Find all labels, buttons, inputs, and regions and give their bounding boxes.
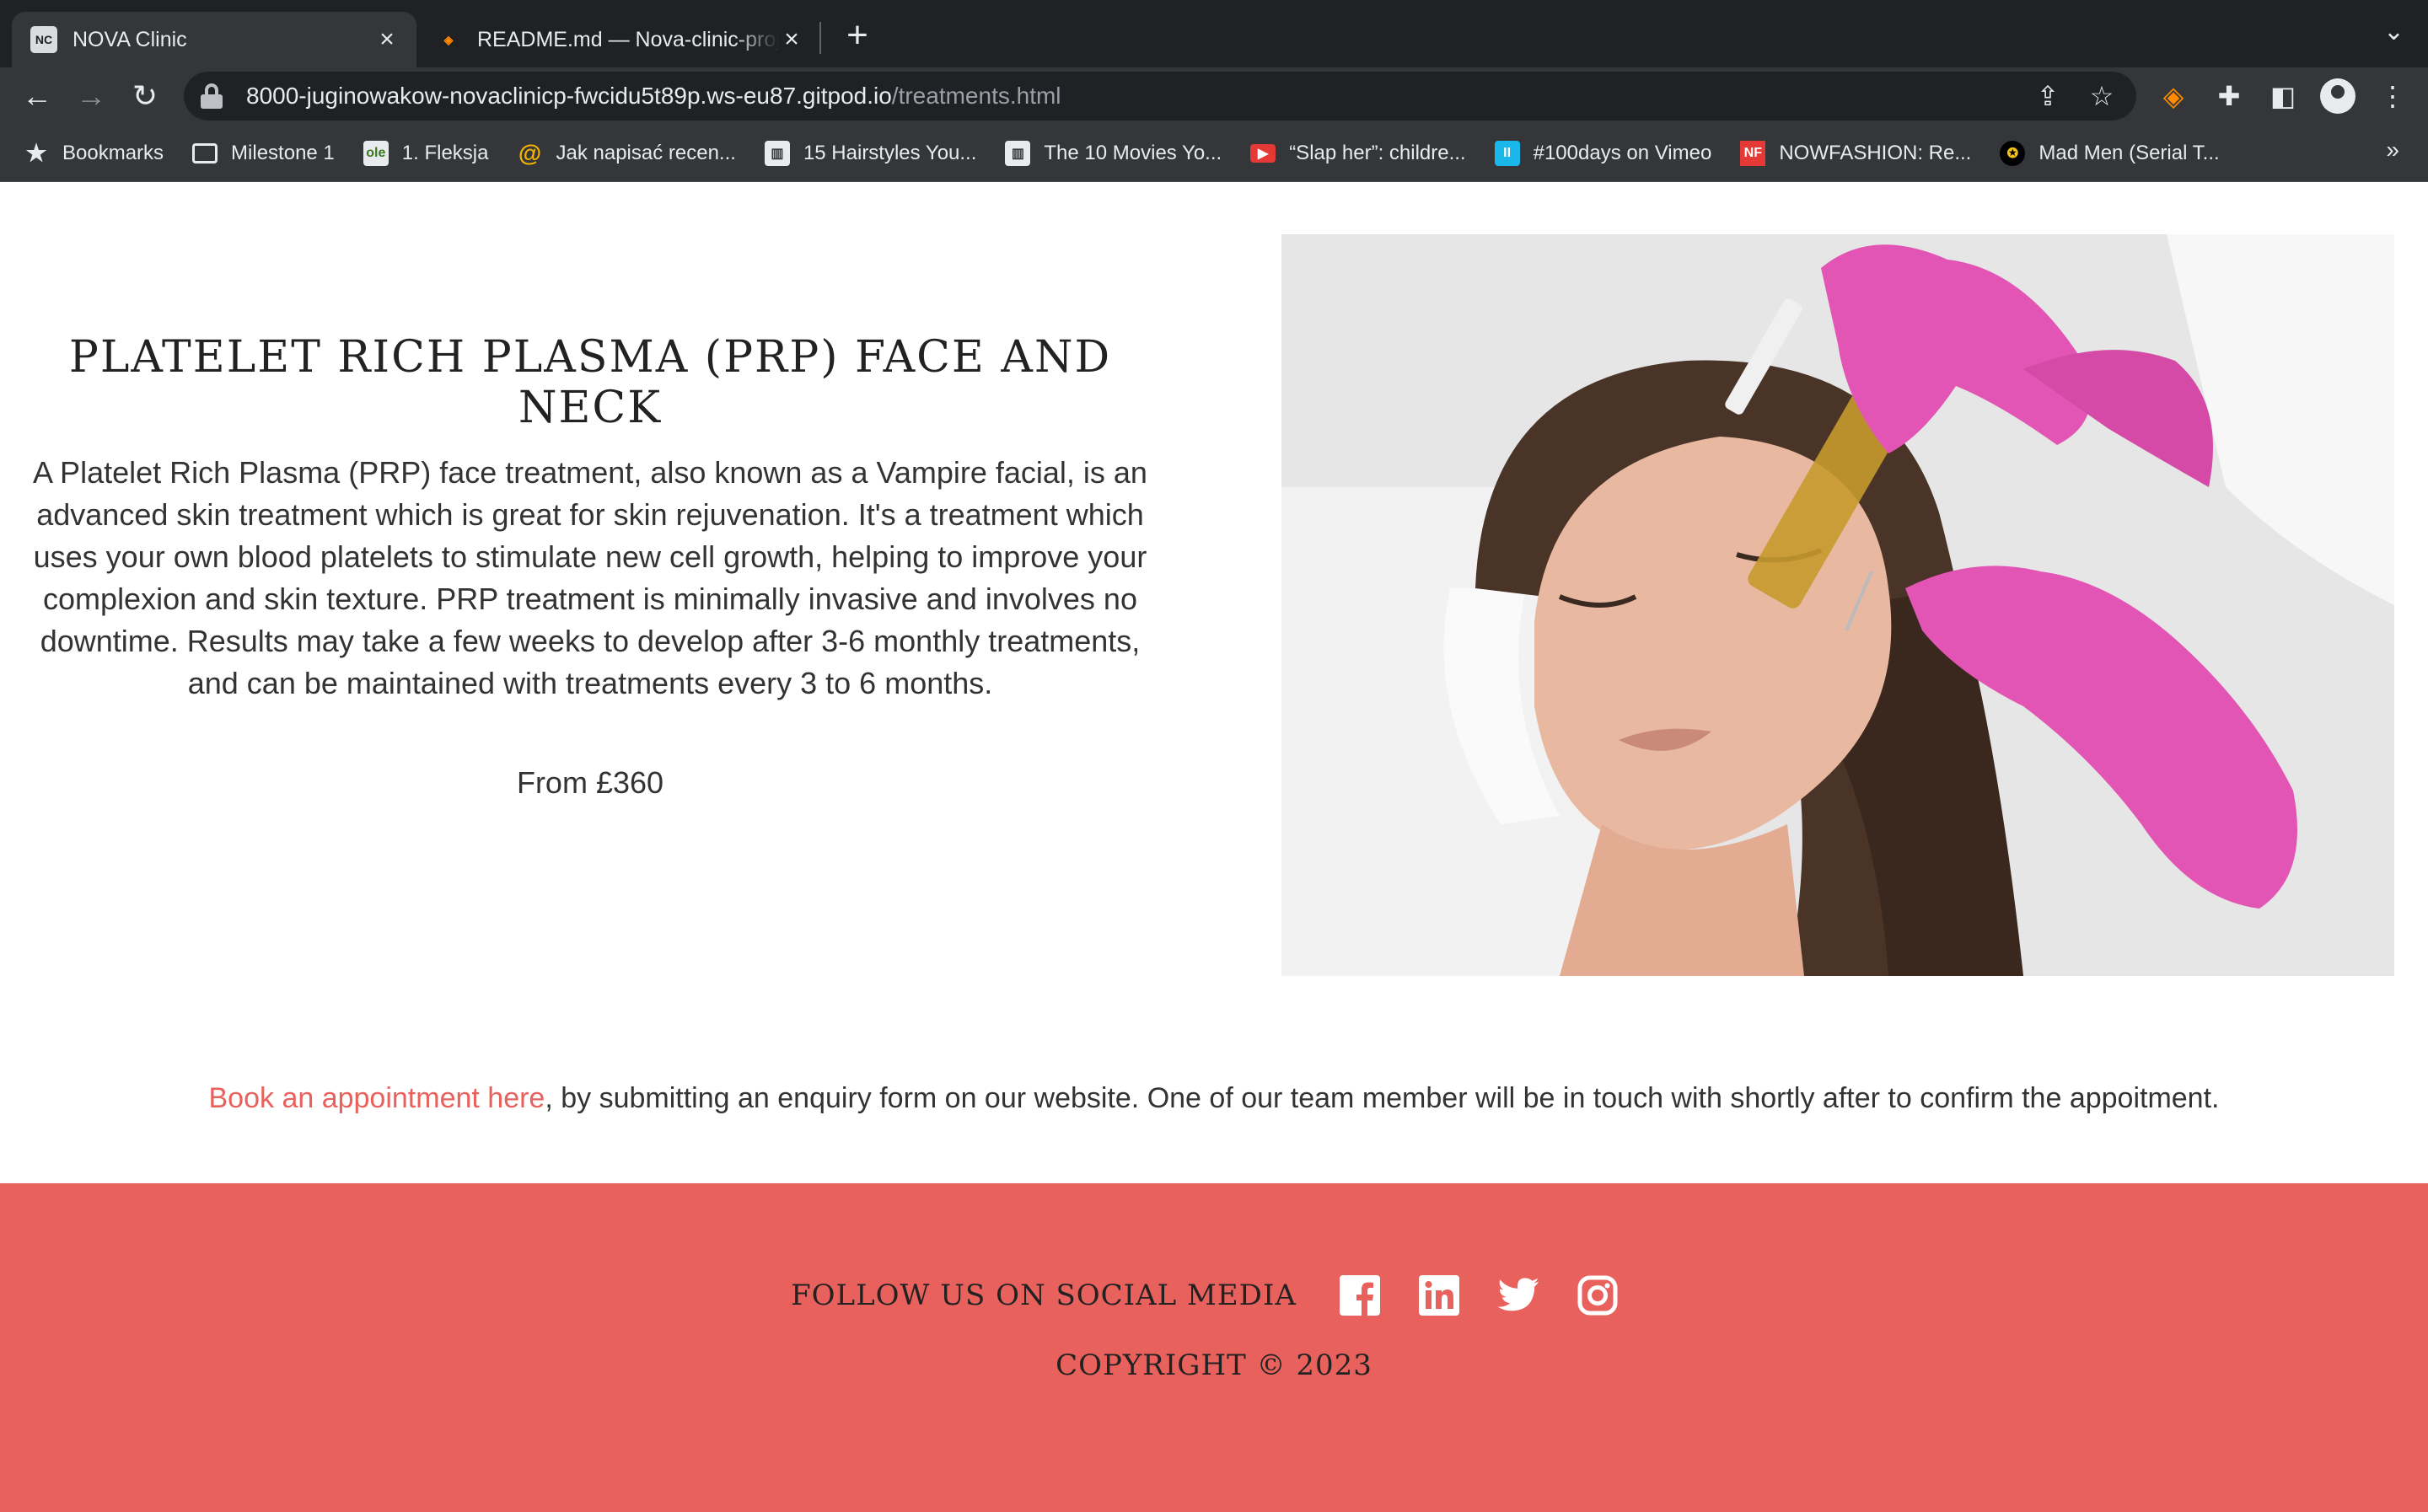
- nf-favicon-icon: NF: [1740, 140, 1766, 166]
- bookmark-label: Jak napisać recen...: [556, 141, 736, 164]
- follow-label: FOLLOW US ON SOCIAL MEDIA: [791, 1279, 1297, 1312]
- close-tab-icon[interactable]: ×: [374, 25, 400, 54]
- booking-cta: Book an appointment here, by submitting …: [0, 1082, 2428, 1115]
- browser-tabstrip: NC NOVA Clinic × ◈ README.md — Nova-clin…: [0, 0, 2428, 67]
- browser-toolbar: ← → ↻ 8000-juginowakow-novaclinicp-fwcid…: [0, 67, 2428, 125]
- bookmark-star-icon[interactable]: ☆: [2084, 78, 2119, 114]
- bookmark-label: Milestone 1: [231, 141, 335, 164]
- bookmark-label: “Slap her”: childre...: [1289, 141, 1466, 164]
- bookmark-item[interactable]: ole 1. Fleksja: [363, 140, 489, 166]
- close-tab-icon[interactable]: ×: [779, 25, 804, 54]
- youtube-favicon-icon: ▶: [1250, 143, 1276, 163]
- vimeo-favicon-icon: II: [1494, 140, 1520, 166]
- page-content: PLATELET RICH PLASMA (PRP) FACE AND NECK…: [0, 182, 2428, 1512]
- tab-readme[interactable]: ◈ README.md — Nova-clinic-project ×: [416, 12, 821, 67]
- star-icon: ★: [25, 140, 47, 166]
- bookmark-item[interactable]: II #100days on Vimeo: [1494, 140, 1712, 166]
- bookmark-label: 15 Hairstyles You...: [803, 141, 977, 164]
- tab-nova-clinic[interactable]: NC NOVA Clinic ×: [12, 12, 416, 67]
- bookmark-item[interactable]: ▥ 15 Hairstyles You...: [764, 140, 977, 166]
- bookmark-label: 1. Fleksja: [401, 141, 489, 164]
- bookmark-item[interactable]: @ Jak napisać recen...: [517, 139, 736, 166]
- spiral-favicon-icon: @: [518, 139, 542, 166]
- bookmarks-overflow-button[interactable]: »: [2386, 137, 2399, 164]
- treatment-description: A Platelet Rich Plasma (PRP) face treatm…: [33, 455, 1147, 700]
- site-footer: FOLLOW US ON SOCIAL MEDIA COPYRIGHT © 20…: [0, 1183, 2428, 1512]
- treatment-title: PLATELET RICH PLASMA (PRP) FACE AND NECK: [68, 332, 1112, 433]
- tab-title: README.md — Nova-clinic-project: [477, 27, 779, 51]
- browser-menu-icon[interactable]: ⋮: [2374, 78, 2411, 115]
- url-host: 8000-juginowakow-novaclinicp-fwcidu5t89p…: [246, 83, 892, 109]
- tab-search-chevron-icon[interactable]: ⌄: [2383, 17, 2404, 46]
- bookmark-label: NOWFASHION: Re...: [1779, 141, 1972, 164]
- social-row: FOLLOW US ON SOCIAL MEDIA: [0, 1274, 2428, 1316]
- bookmark-label: Bookmarks: [62, 141, 164, 164]
- film-favicon-icon: ✪: [2000, 140, 2026, 166]
- page-favicon-icon: ▥: [1005, 140, 1031, 166]
- gitpod-favicon-icon: ◈: [443, 32, 454, 46]
- treatment-photo-illustration: [1281, 234, 2394, 976]
- ole-favicon-icon: ole: [363, 140, 389, 166]
- treatment-price: From £360: [516, 765, 664, 800]
- bookmark-label: #100days on Vimeo: [1533, 141, 1712, 164]
- twitter-icon[interactable]: [1497, 1274, 1539, 1316]
- bookmark-item[interactable]: ✪ Mad Men (Serial T...: [2000, 140, 2220, 166]
- bookmark-item[interactable]: ▥ The 10 Movies Yo...: [1005, 140, 1222, 166]
- bookmark-label: The 10 Movies Yo...: [1044, 141, 1222, 164]
- copyright-text: COPYRIGHT © 2023: [1056, 1348, 1372, 1382]
- page-favicon-icon: ▥: [764, 140, 790, 166]
- back-button[interactable]: ←: [19, 78, 56, 115]
- bookmark-item[interactable]: NF NOWFASHION: Re...: [1740, 140, 1972, 166]
- book-appointment-link[interactable]: Book an appointment here: [209, 1082, 545, 1114]
- bookmark-folder[interactable]: Milestone 1: [192, 142, 335, 165]
- treatment-text-block: PLATELET RICH PLASMA (PRP) FACE AND NECK…: [25, 332, 1155, 801]
- new-tab-button[interactable]: +: [840, 17, 875, 56]
- url-path: /treatments.html: [891, 83, 1061, 109]
- gitpod-extension-icon[interactable]: ◈: [2155, 78, 2192, 115]
- side-panel-icon[interactable]: ◧: [2264, 78, 2302, 115]
- bookmarks-bar: ★ Bookmarks Milestone 1 ole 1. Fleksja @ Ja…: [0, 125, 2428, 182]
- profile-avatar-icon[interactable]: [2320, 78, 2355, 114]
- booking-text: , by submitting an enquiry form on our w…: [545, 1082, 2220, 1114]
- tab-title: NOVA Clinic: [73, 27, 187, 51]
- tab-divider: [819, 22, 821, 54]
- instagram-icon[interactable]: [1577, 1274, 1619, 1316]
- nova-favicon-icon: NC: [30, 26, 57, 53]
- bookmark-item[interactable]: ▶ “Slap her”: childre...: [1250, 141, 1466, 165]
- folder-icon: [192, 142, 218, 164]
- treatment-image: [1281, 234, 2394, 976]
- reload-button[interactable]: ↻: [126, 78, 164, 115]
- bookmark-label: Mad Men (Serial T...: [2039, 141, 2220, 164]
- facebook-icon[interactable]: [1339, 1274, 1381, 1316]
- linkedin-icon[interactable]: [1418, 1274, 1460, 1316]
- address-bar[interactable]: 8000-juginowakow-novaclinicp-fwcidu5t89p…: [184, 72, 2136, 121]
- lock-icon[interactable]: [201, 83, 223, 109]
- bookmark-item[interactable]: ★ Bookmarks: [24, 140, 164, 166]
- share-icon[interactable]: ⇪: [2030, 78, 2065, 114]
- extensions-puzzle-icon[interactable]: ✚: [2210, 78, 2248, 115]
- forward-button[interactable]: →: [73, 78, 110, 115]
